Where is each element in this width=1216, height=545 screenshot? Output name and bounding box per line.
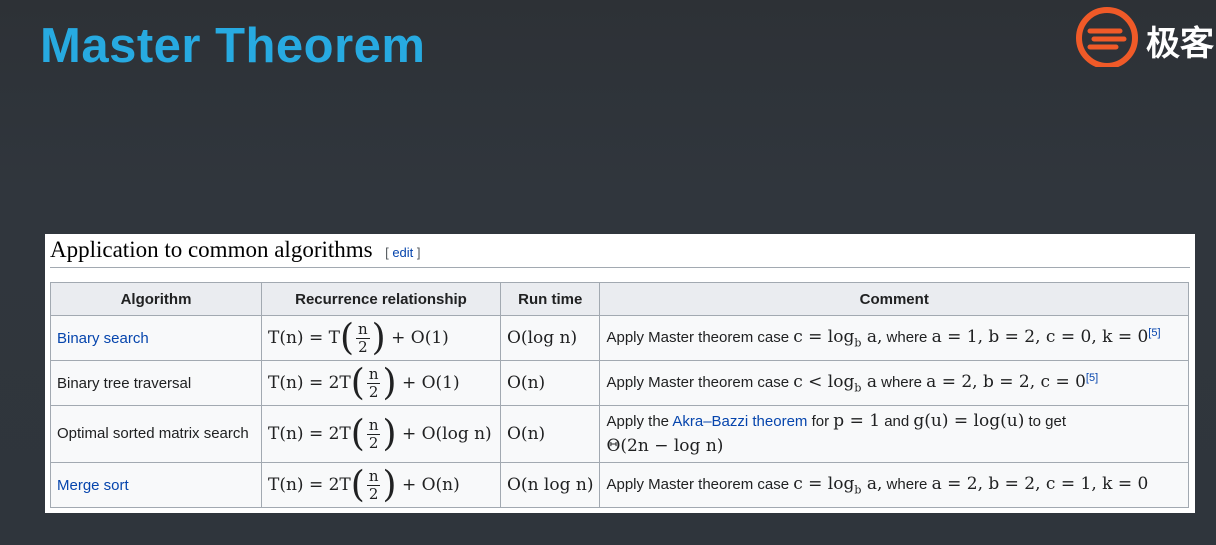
column-header-comment[interactable]: Comment xyxy=(599,282,1189,316)
algorithm-link-merge-sort[interactable]: Merge sort xyxy=(57,477,129,494)
table-row: Merge sort T(n) = 2T(n 2) + O(n) O(n log … xyxy=(50,462,1189,508)
recurrence-formula: T(n) = 2T(n 2) + O(1) xyxy=(268,362,460,403)
comment-text: Apply Master theorem case c = logb a, wh… xyxy=(606,473,1149,497)
algorithm-cell: Binary tree traversal xyxy=(50,360,262,406)
recurrence-cell: T(n) = 2T(n 2) + O(n) xyxy=(261,462,501,508)
comment-text: Apply the Akra–Bazzi theorem for p = 1 a… xyxy=(606,411,1067,456)
table-row: Binary search T(n) = T(n 2) + O(1) O(log … xyxy=(50,315,1189,361)
reference-link[interactable]: [5] xyxy=(1148,327,1160,339)
section-heading: Application to common algorithms [ edit … xyxy=(50,237,1190,268)
comment-cell: Apply the Akra–Bazzi theorem for p = 1 a… xyxy=(599,405,1189,463)
slide-title: Master Theorem xyxy=(40,19,426,73)
reference-link[interactable]: [5] xyxy=(1086,372,1098,384)
brand-logo: 极客 xyxy=(1076,5,1216,67)
recurrence-cell: T(n) = 2T(n 2) + O(1) xyxy=(261,360,501,406)
runtime-cell: O(log n) xyxy=(499,315,601,361)
recurrence-formula: T(n) = 2T(n 2) + O(n) xyxy=(268,464,460,505)
algorithm-cell: Binary search xyxy=(50,315,262,361)
edit-section: [ edit ] xyxy=(385,245,421,260)
fraction: n2 xyxy=(366,466,381,503)
comment-text: Apply Master theorem case c < logb a whe… xyxy=(606,371,1099,395)
comment-cell: Apply Master theorem case c < logb a whe… xyxy=(599,360,1189,406)
akra-bazzi-link[interactable]: Akra–Bazzi theorem xyxy=(672,413,807,430)
edit-link[interactable]: edit xyxy=(392,245,413,260)
column-header-recurrence[interactable]: Recurrence relationship xyxy=(261,282,501,316)
comment-text: Apply Master theorem case c = logb a, wh… xyxy=(606,326,1161,350)
comment-cell: Apply Master theorem case c = logb a, wh… xyxy=(599,315,1189,361)
fraction: n2 xyxy=(366,364,381,401)
comment-cell: Apply Master theorem case c = logb a, wh… xyxy=(599,462,1189,508)
section-title: Application to common algorithms xyxy=(50,237,373,262)
table-row: Binary tree traversal T(n) = 2T(n 2) + O(… xyxy=(50,360,1189,406)
table-header-row: Algorithm Recurrence relationship Run ti… xyxy=(50,282,1189,316)
column-header-runtime[interactable]: Run time xyxy=(499,282,601,316)
runtime-cell: O(n log n) xyxy=(499,462,601,508)
algorithm-cell: Merge sort xyxy=(50,462,262,508)
runtime-cell: O(n) xyxy=(499,405,601,463)
algorithms-table: Algorithm Recurrence relationship Run ti… xyxy=(50,282,1189,508)
runtime-cell: O(n) xyxy=(499,360,601,406)
algorithm-link-binary-search[interactable]: Binary search xyxy=(57,330,149,347)
wiki-content-panel: Application to common algorithms [ edit … xyxy=(45,234,1195,513)
fraction: n2 xyxy=(366,415,381,452)
recurrence-formula: T(n) = 2T(n 2) + O(log n) xyxy=(268,413,492,454)
table-row: Optimal sorted matrix search T(n) = 2T(n… xyxy=(50,405,1189,463)
fraction: n2 xyxy=(356,319,370,356)
logo-text: 极客 xyxy=(1146,24,1214,64)
geek-time-logo-icon xyxy=(1076,7,1138,67)
column-header-algorithm[interactable]: Algorithm xyxy=(50,282,262,316)
recurrence-formula: T(n) = T(n 2) + O(1) xyxy=(268,317,449,358)
recurrence-cell: T(n) = T(n 2) + O(1) xyxy=(261,315,501,361)
algorithm-cell: Optimal sorted matrix search xyxy=(50,405,262,463)
recurrence-cell: T(n) = 2T(n 2) + O(log n) xyxy=(261,405,501,463)
